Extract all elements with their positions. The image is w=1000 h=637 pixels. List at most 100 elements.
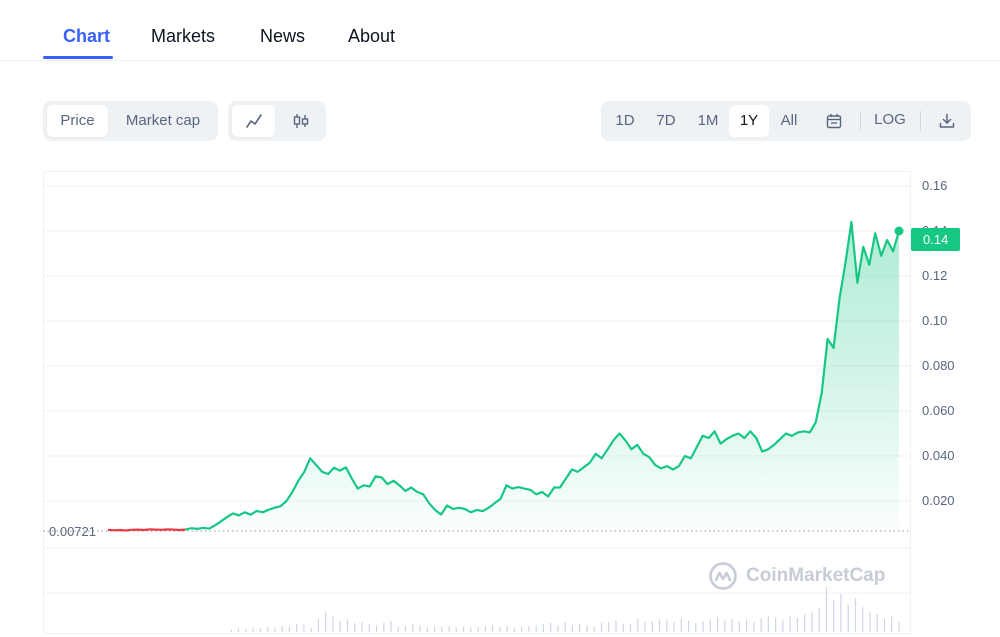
volume-bar <box>404 625 407 632</box>
volume-bar <box>550 623 552 632</box>
volume-bar <box>521 626 523 632</box>
volume-bar <box>876 614 878 632</box>
volume-bar <box>658 619 661 632</box>
volume-bar <box>702 621 704 632</box>
volume-bar <box>753 622 755 632</box>
volume-bar <box>847 605 849 632</box>
volume-bar <box>434 626 436 632</box>
volume-bar <box>760 618 762 632</box>
volume-bar <box>869 611 871 633</box>
volume-bar <box>397 626 399 632</box>
volume-bar <box>608 622 610 632</box>
volume-bar <box>484 626 486 632</box>
volume-bar <box>325 611 327 633</box>
volume-bar <box>717 617 719 632</box>
y-tick-label: 0.060 <box>922 403 955 418</box>
volume-bar <box>775 617 777 632</box>
y-tick-label: 0.080 <box>922 358 955 373</box>
volume-bar <box>274 627 276 632</box>
volume-bar <box>252 627 254 632</box>
price-chart[interactable] <box>0 0 1000 637</box>
y-tick-label: 0.10 <box>922 313 948 328</box>
volume-bar <box>615 620 617 633</box>
volume-bar <box>412 623 414 632</box>
volume-bar <box>361 622 363 632</box>
coinmarketcap-logo-icon <box>709 562 737 590</box>
current-price-dot <box>894 226 904 236</box>
volume-bar <box>891 616 893 632</box>
volume-bar <box>426 627 428 632</box>
volume-bar <box>477 627 479 632</box>
volume-bar <box>238 628 240 632</box>
coinmarketcap-watermark: CoinMarketCap <box>708 561 885 591</box>
volume-bar <box>825 587 827 632</box>
volume-bar <box>833 600 835 632</box>
volume-bar <box>470 627 472 632</box>
volume-bar <box>724 620 726 632</box>
volume-bar <box>746 619 748 632</box>
volume-bar <box>339 620 341 633</box>
volume-bar <box>259 628 261 632</box>
volume-bar <box>709 619 711 632</box>
volume-bar <box>267 626 269 632</box>
volume-bar <box>375 625 378 633</box>
volume-bar <box>332 616 334 632</box>
volume-bar <box>680 618 682 632</box>
volume-bar <box>463 626 465 632</box>
volume-bar <box>695 623 697 632</box>
volume-bar <box>840 593 842 633</box>
volume-bar <box>513 627 515 632</box>
volume-bar <box>593 626 595 632</box>
volume-bar <box>731 618 733 632</box>
volume-bar <box>557 625 559 633</box>
volume-bar <box>688 620 690 633</box>
volume-bar <box>303 624 305 632</box>
volume-bar <box>586 625 588 632</box>
volume-bar <box>600 623 603 632</box>
current-price-badge: 0.14 <box>911 228 960 251</box>
volume-bar <box>448 626 450 632</box>
volume-bar <box>390 620 392 633</box>
volume-bar <box>499 626 501 632</box>
start-price-label: 0.00721 <box>49 524 96 539</box>
volume-bar <box>535 625 537 633</box>
volume-bar <box>818 607 820 633</box>
volume-bar <box>767 616 769 632</box>
volume-bar <box>564 622 566 632</box>
volume-bar <box>782 619 784 632</box>
volume-bar <box>579 623 581 632</box>
volume-bar <box>804 614 806 632</box>
volume-bar <box>317 618 319 632</box>
volume-bar <box>898 622 900 632</box>
volume-bar <box>862 607 864 633</box>
y-tick-label: 0.12 <box>922 268 948 283</box>
volume-bar <box>441 627 443 632</box>
volume-bar <box>854 598 857 633</box>
volume-bar <box>296 623 298 632</box>
volume-bar <box>651 621 653 632</box>
volume-bar <box>542 623 544 632</box>
volume-bar <box>346 619 349 632</box>
price-line-down <box>107 528 186 532</box>
volume-bar <box>419 625 421 633</box>
y-tick-label: 0.040 <box>922 448 955 463</box>
price-area-fill <box>185 222 900 530</box>
volume-bar <box>637 618 639 632</box>
volume-bar <box>528 626 530 632</box>
volume-bar <box>673 622 675 632</box>
volume-bar <box>383 623 385 632</box>
volume-bars <box>230 587 900 633</box>
volume-bar <box>789 616 791 632</box>
y-tick-label: 0.020 <box>922 493 955 508</box>
volume-bar <box>811 611 813 633</box>
volume-bar <box>571 624 573 632</box>
volume-bar <box>738 621 740 632</box>
volume-bar <box>629 623 632 632</box>
volume-bar <box>492 625 494 633</box>
chart-grid <box>43 185 911 594</box>
volume-bar <box>455 628 457 632</box>
volume-bar <box>644 622 646 632</box>
volume-bar <box>622 623 624 633</box>
volume-bar <box>310 627 312 632</box>
watermark-text: CoinMarketCap <box>746 565 886 586</box>
